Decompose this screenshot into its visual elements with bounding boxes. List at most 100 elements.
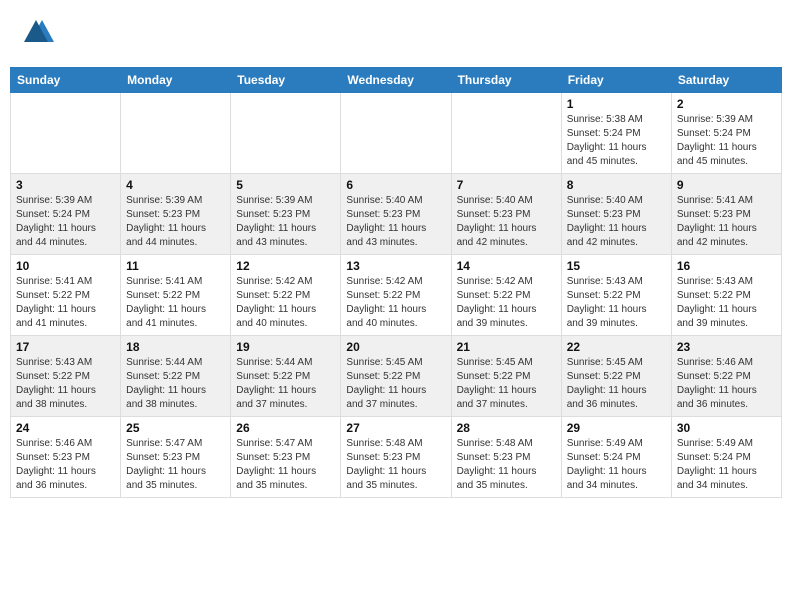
calendar-cell: 29 Sunrise: 5:49 AMSunset: 5:24 PMDayligh… (561, 417, 671, 498)
day-number: 7 (457, 178, 556, 192)
weekday-header-monday: Monday (121, 68, 231, 93)
day-number: 18 (126, 340, 225, 354)
day-number: 4 (126, 178, 225, 192)
day-info: Sunrise: 5:43 AMSunset: 5:22 PMDaylight:… (677, 275, 776, 331)
day-info: Sunrise: 5:40 AMSunset: 5:23 PMDaylight:… (346, 194, 445, 250)
calendar-cell: 13Sunrise: 5:42 AMSunset: 5:22 PMDayligh… (341, 255, 451, 336)
day-number: 12 (236, 259, 335, 273)
day-info: Sunrise: 5:48 AMSunset: 5:23 PMDaylight:… (346, 437, 445, 493)
calendar-cell: 25 Sunrise: 5:47 AMSunset: 5:23 PMDayligh… (121, 417, 231, 498)
calendar-cell: 23 Sunrise: 5:46 AMSunset: 5:22 PMDayligh… (671, 336, 781, 417)
calendar-cell: 28Sunrise: 5:48 AMSunset: 5:23 PMDayligh… (451, 417, 561, 498)
calendar-week-row: 1 Sunrise: 5:38 AMSunset: 5:24 PMDaylight… (11, 93, 782, 174)
calendar-cell (11, 93, 121, 174)
page-header (10, 10, 782, 59)
calendar-week-row: 24Sunrise: 5:46 AMSunset: 5:23 PMDayligh… (11, 417, 782, 498)
day-number: 27 (346, 421, 445, 435)
calendar-cell: 5 Sunrise: 5:39 AMSunset: 5:23 PMDaylight… (231, 174, 341, 255)
day-number: 5 (236, 178, 335, 192)
day-number: 30 (677, 421, 776, 435)
calendar-cell (451, 93, 561, 174)
calendar-cell: 1 Sunrise: 5:38 AMSunset: 5:24 PMDaylight… (561, 93, 671, 174)
calendar-week-row: 3 Sunrise: 5:39 AMSunset: 5:24 PMDaylight… (11, 174, 782, 255)
day-info: Sunrise: 5:40 AMSunset: 5:23 PMDaylight:… (457, 194, 556, 250)
weekday-header-row: SundayMondayTuesdayWednesdayThursdayFrid… (11, 68, 782, 93)
day-info: Sunrise: 5:39 AMSunset: 5:24 PMDaylight:… (677, 113, 776, 169)
calendar-week-row: 17 Sunrise: 5:43 AMSunset: 5:22 PMDayligh… (11, 336, 782, 417)
calendar-cell: 18 Sunrise: 5:44 AMSunset: 5:22 PMDayligh… (121, 336, 231, 417)
day-info: Sunrise: 5:42 AMSunset: 5:22 PMDaylight:… (457, 275, 556, 331)
day-info: Sunrise: 5:47 AMSunset: 5:23 PMDaylight:… (126, 437, 225, 493)
day-info: Sunrise: 5:41 AMSunset: 5:22 PMDaylight:… (16, 275, 115, 331)
day-number: 28 (457, 421, 556, 435)
day-number: 23 (677, 340, 776, 354)
day-number: 2 (677, 97, 776, 111)
day-info: Sunrise: 5:44 AMSunset: 5:22 PMDaylight:… (236, 356, 335, 412)
day-number: 17 (16, 340, 115, 354)
calendar-cell: 7 Sunrise: 5:40 AMSunset: 5:23 PMDaylight… (451, 174, 561, 255)
day-number: 14 (457, 259, 556, 273)
calendar-cell: 15 Sunrise: 5:43 AMSunset: 5:22 PMDayligh… (561, 255, 671, 336)
day-info: Sunrise: 5:47 AMSunset: 5:23 PMDaylight:… (236, 437, 335, 493)
logo-icon (22, 14, 58, 55)
calendar-cell: 11 Sunrise: 5:41 AMSunset: 5:22 PMDayligh… (121, 255, 231, 336)
calendar-cell: 12Sunrise: 5:42 AMSunset: 5:22 PMDayligh… (231, 255, 341, 336)
day-info: Sunrise: 5:49 AMSunset: 5:24 PMDaylight:… (567, 437, 666, 493)
weekday-header-saturday: Saturday (671, 68, 781, 93)
day-info: Sunrise: 5:41 AMSunset: 5:23 PMDaylight:… (677, 194, 776, 250)
day-number: 25 (126, 421, 225, 435)
day-number: 11 (126, 259, 225, 273)
calendar-cell: 9 Sunrise: 5:41 AMSunset: 5:23 PMDaylight… (671, 174, 781, 255)
day-info: Sunrise: 5:45 AMSunset: 5:22 PMDaylight:… (457, 356, 556, 412)
day-number: 26 (236, 421, 335, 435)
day-number: 24 (16, 421, 115, 435)
calendar-cell (121, 93, 231, 174)
calendar-cell: 22 Sunrise: 5:45 AMSunset: 5:22 PMDayligh… (561, 336, 671, 417)
calendar-cell: 17 Sunrise: 5:43 AMSunset: 5:22 PMDayligh… (11, 336, 121, 417)
calendar-cell: 26 Sunrise: 5:47 AMSunset: 5:23 PMDayligh… (231, 417, 341, 498)
calendar-cell: 16 Sunrise: 5:43 AMSunset: 5:22 PMDayligh… (671, 255, 781, 336)
day-number: 3 (16, 178, 115, 192)
day-info: Sunrise: 5:38 AMSunset: 5:24 PMDaylight:… (567, 113, 666, 169)
calendar-cell: 6 Sunrise: 5:40 AMSunset: 5:23 PMDaylight… (341, 174, 451, 255)
day-number: 6 (346, 178, 445, 192)
day-number: 21 (457, 340, 556, 354)
weekday-header-friday: Friday (561, 68, 671, 93)
day-number: 9 (677, 178, 776, 192)
calendar-week-row: 10 Sunrise: 5:41 AMSunset: 5:22 PMDayligh… (11, 255, 782, 336)
calendar-cell: 4Sunrise: 5:39 AMSunset: 5:23 PMDaylight… (121, 174, 231, 255)
calendar-cell: 10 Sunrise: 5:41 AMSunset: 5:22 PMDayligh… (11, 255, 121, 336)
day-info: Sunrise: 5:43 AMSunset: 5:22 PMDaylight:… (567, 275, 666, 331)
weekday-header-wednesday: Wednesday (341, 68, 451, 93)
day-number: 13 (346, 259, 445, 273)
calendar-cell: 14 Sunrise: 5:42 AMSunset: 5:22 PMDayligh… (451, 255, 561, 336)
day-number: 10 (16, 259, 115, 273)
day-number: 19 (236, 340, 335, 354)
calendar-table: SundayMondayTuesdayWednesdayThursdayFrid… (10, 67, 782, 498)
calendar-cell: 21 Sunrise: 5:45 AMSunset: 5:22 PMDayligh… (451, 336, 561, 417)
calendar-cell: 20 Sunrise: 5:45 AMSunset: 5:22 PMDayligh… (341, 336, 451, 417)
day-info: Sunrise: 5:45 AMSunset: 5:22 PMDaylight:… (346, 356, 445, 412)
calendar-cell: 24Sunrise: 5:46 AMSunset: 5:23 PMDayligh… (11, 417, 121, 498)
day-number: 20 (346, 340, 445, 354)
calendar-cell: 27 Sunrise: 5:48 AMSunset: 5:23 PMDayligh… (341, 417, 451, 498)
day-info: Sunrise: 5:43 AMSunset: 5:22 PMDaylight:… (16, 356, 115, 412)
day-number: 29 (567, 421, 666, 435)
calendar-cell: 8 Sunrise: 5:40 AMSunset: 5:23 PMDaylight… (561, 174, 671, 255)
calendar-cell: 30Sunrise: 5:49 AMSunset: 5:24 PMDayligh… (671, 417, 781, 498)
logo (18, 14, 58, 55)
day-number: 8 (567, 178, 666, 192)
calendar-cell: 2 Sunrise: 5:39 AMSunset: 5:24 PMDaylight… (671, 93, 781, 174)
day-info: Sunrise: 5:44 AMSunset: 5:22 PMDaylight:… (126, 356, 225, 412)
day-number: 1 (567, 97, 666, 111)
day-info: Sunrise: 5:39 AMSunset: 5:24 PMDaylight:… (16, 194, 115, 250)
day-info: Sunrise: 5:39 AMSunset: 5:23 PMDaylight:… (236, 194, 335, 250)
day-info: Sunrise: 5:46 AMSunset: 5:22 PMDaylight:… (677, 356, 776, 412)
weekday-header-thursday: Thursday (451, 68, 561, 93)
day-number: 15 (567, 259, 666, 273)
day-number: 22 (567, 340, 666, 354)
day-info: Sunrise: 5:45 AMSunset: 5:22 PMDaylight:… (567, 356, 666, 412)
day-number: 16 (677, 259, 776, 273)
day-info: Sunrise: 5:41 AMSunset: 5:22 PMDaylight:… (126, 275, 225, 331)
day-info: Sunrise: 5:40 AMSunset: 5:23 PMDaylight:… (567, 194, 666, 250)
